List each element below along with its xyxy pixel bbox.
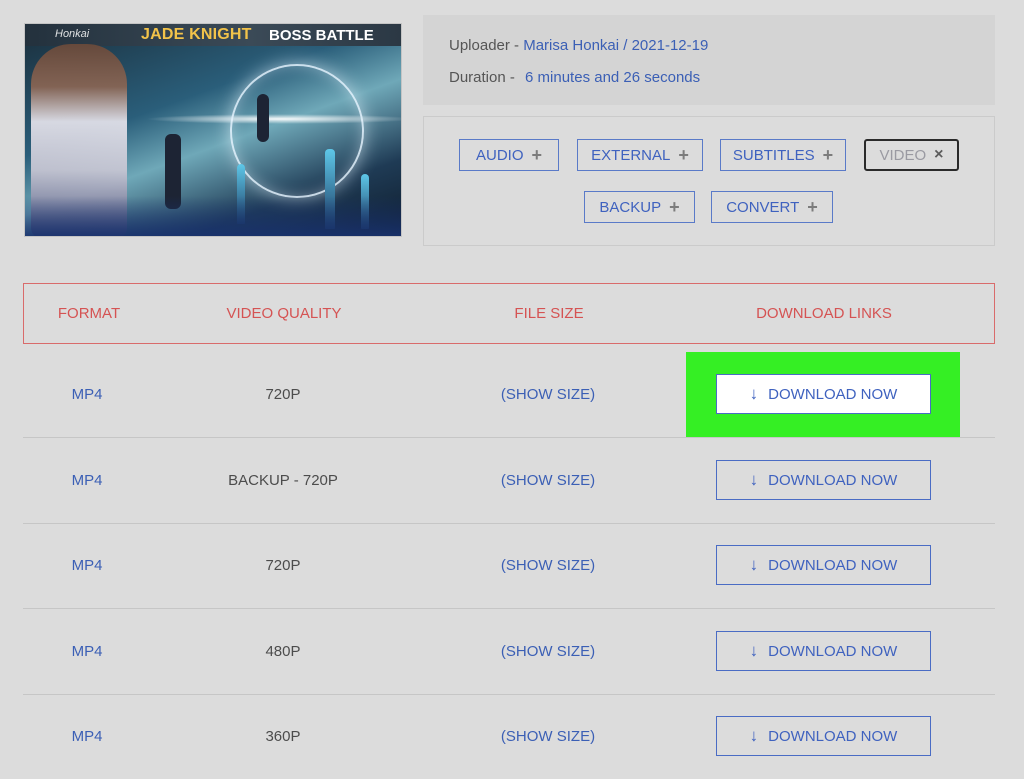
format-cell[interactable]: MP4 xyxy=(23,609,151,694)
game-logo: Honkai xyxy=(55,28,90,40)
uploader-label: Uploader - xyxy=(449,37,520,54)
tag-audio[interactable]: AUDIO + xyxy=(459,139,559,171)
format-cell[interactable]: MP4 xyxy=(23,352,151,437)
duration-value: 6 minutes and 26 seconds xyxy=(525,69,701,86)
show-size-link[interactable]: (SHOW SIZE) xyxy=(448,438,648,523)
format-filter-tags: AUDIO + EXTERNAL + SUBTITLES + VIDEO × B… xyxy=(423,116,995,246)
plus-icon: + xyxy=(822,145,834,165)
format-cell[interactable]: MP4 xyxy=(23,438,151,523)
table-row: MP4 480P (SHOW SIZE) ↓ DOWNLOAD NOW xyxy=(23,609,995,695)
quality-cell: BACKUP - 720P xyxy=(228,472,338,489)
quality-cell: 720P xyxy=(265,557,301,574)
duration-row: Duration - 6 minutes and 26 seconds xyxy=(449,69,700,86)
download-now-button[interactable]: ↓ DOWNLOAD NOW xyxy=(716,374,931,414)
tag-subtitles[interactable]: SUBTITLES + xyxy=(720,139,846,171)
tag-backup[interactable]: BACKUP + xyxy=(584,191,695,223)
table-row: MP4 360P (SHOW SIZE) ↓ DOWNLOAD NOW xyxy=(23,694,995,779)
header-format: FORMAT xyxy=(57,305,121,322)
format-cell[interactable]: MP4 xyxy=(23,523,151,608)
header-download-links: DOWNLOAD LINKS xyxy=(756,305,892,322)
plus-icon: + xyxy=(669,197,680,217)
quality-cell: 720P xyxy=(265,386,301,403)
show-size-link[interactable]: (SHOW SIZE) xyxy=(448,352,648,437)
tag-label: SUBTITLES xyxy=(732,146,815,164)
download-arrow-icon: ↓ xyxy=(749,470,759,489)
download-arrow-icon: ↓ xyxy=(749,726,759,745)
download-arrow-icon: ↓ xyxy=(749,641,759,660)
table-row: MP4 720P (SHOW SIZE) ↓ DOWNLOAD NOW xyxy=(23,523,995,609)
download-now-button[interactable]: ↓ DOWNLOAD NOW xyxy=(716,631,931,671)
download-arrow-icon: ↓ xyxy=(749,555,759,574)
download-label: DOWNLOAD NOW xyxy=(768,385,898,403)
download-arrow-icon: ↓ xyxy=(749,384,759,403)
thumbnail-figure-flying xyxy=(257,94,269,142)
show-size-link[interactable]: (SHOW SIZE) xyxy=(448,609,648,694)
download-label: DOWNLOAD NOW xyxy=(768,642,898,660)
download-label: DOWNLOAD NOW xyxy=(768,556,898,574)
plus-icon: + xyxy=(531,145,543,165)
header-video-quality: VIDEO QUALITY xyxy=(226,305,342,322)
download-now-button[interactable]: ↓ DOWNLOAD NOW xyxy=(716,716,931,756)
show-size-link[interactable]: (SHOW SIZE) xyxy=(448,523,648,608)
plus-icon: + xyxy=(807,197,818,217)
download-now-button[interactable]: ↓ DOWNLOAD NOW xyxy=(716,545,931,585)
tag-label: BACKUP xyxy=(599,198,662,216)
download-now-button[interactable]: ↓ DOWNLOAD NOW xyxy=(716,460,931,500)
close-icon[interactable]: × xyxy=(934,146,943,164)
duration-label: Duration - xyxy=(449,69,515,86)
uploader-value[interactable]: Marisa Honkai / 2021-12-19 xyxy=(523,37,708,54)
video-thumbnail[interactable]: Honkai JADE KNIGHT BOSS BATTLE xyxy=(24,23,402,237)
tag-external[interactable]: EXTERNAL + xyxy=(577,139,703,171)
tag-label: CONVERT xyxy=(726,198,800,216)
format-cell[interactable]: MP4 xyxy=(23,694,151,779)
download-label: DOWNLOAD NOW xyxy=(768,727,898,745)
download-label: DOWNLOAD NOW xyxy=(768,471,898,489)
thumbnail-title-boss-battle: BOSS BATTLE xyxy=(269,27,374,44)
tag-convert[interactable]: CONVERT + xyxy=(711,191,833,223)
thumbnail-floor xyxy=(25,196,401,236)
thumbnail-halo xyxy=(230,64,364,198)
tag-label: VIDEO xyxy=(879,146,927,164)
thumbnail-title-jade-knight: JADE KNIGHT xyxy=(141,26,252,43)
quality-cell: 360P xyxy=(265,728,301,745)
tag-label: AUDIO xyxy=(475,146,524,164)
quality-cell: 480P xyxy=(265,643,301,660)
show-size-link[interactable]: (SHOW SIZE) xyxy=(448,694,648,779)
tag-label: EXTERNAL xyxy=(591,146,671,164)
uploader-row: Uploader - Marisa Honkai / 2021-12-19 xyxy=(449,37,708,54)
header-file-size: FILE SIZE xyxy=(514,305,584,322)
table-row: MP4 720P (SHOW SIZE) ↓ DOWNLOAD NOW xyxy=(23,352,995,438)
video-info-panel: Uploader - Marisa Honkai / 2021-12-19 Du… xyxy=(423,15,995,105)
table-row: MP4 BACKUP - 720P (SHOW SIZE) ↓ DOWNLOAD… xyxy=(23,438,995,524)
download-table-header: FORMAT VIDEO QUALITY FILE SIZE DOWNLOAD … xyxy=(23,283,995,344)
plus-icon: + xyxy=(678,145,689,165)
tag-video-active[interactable]: VIDEO × xyxy=(864,139,959,171)
